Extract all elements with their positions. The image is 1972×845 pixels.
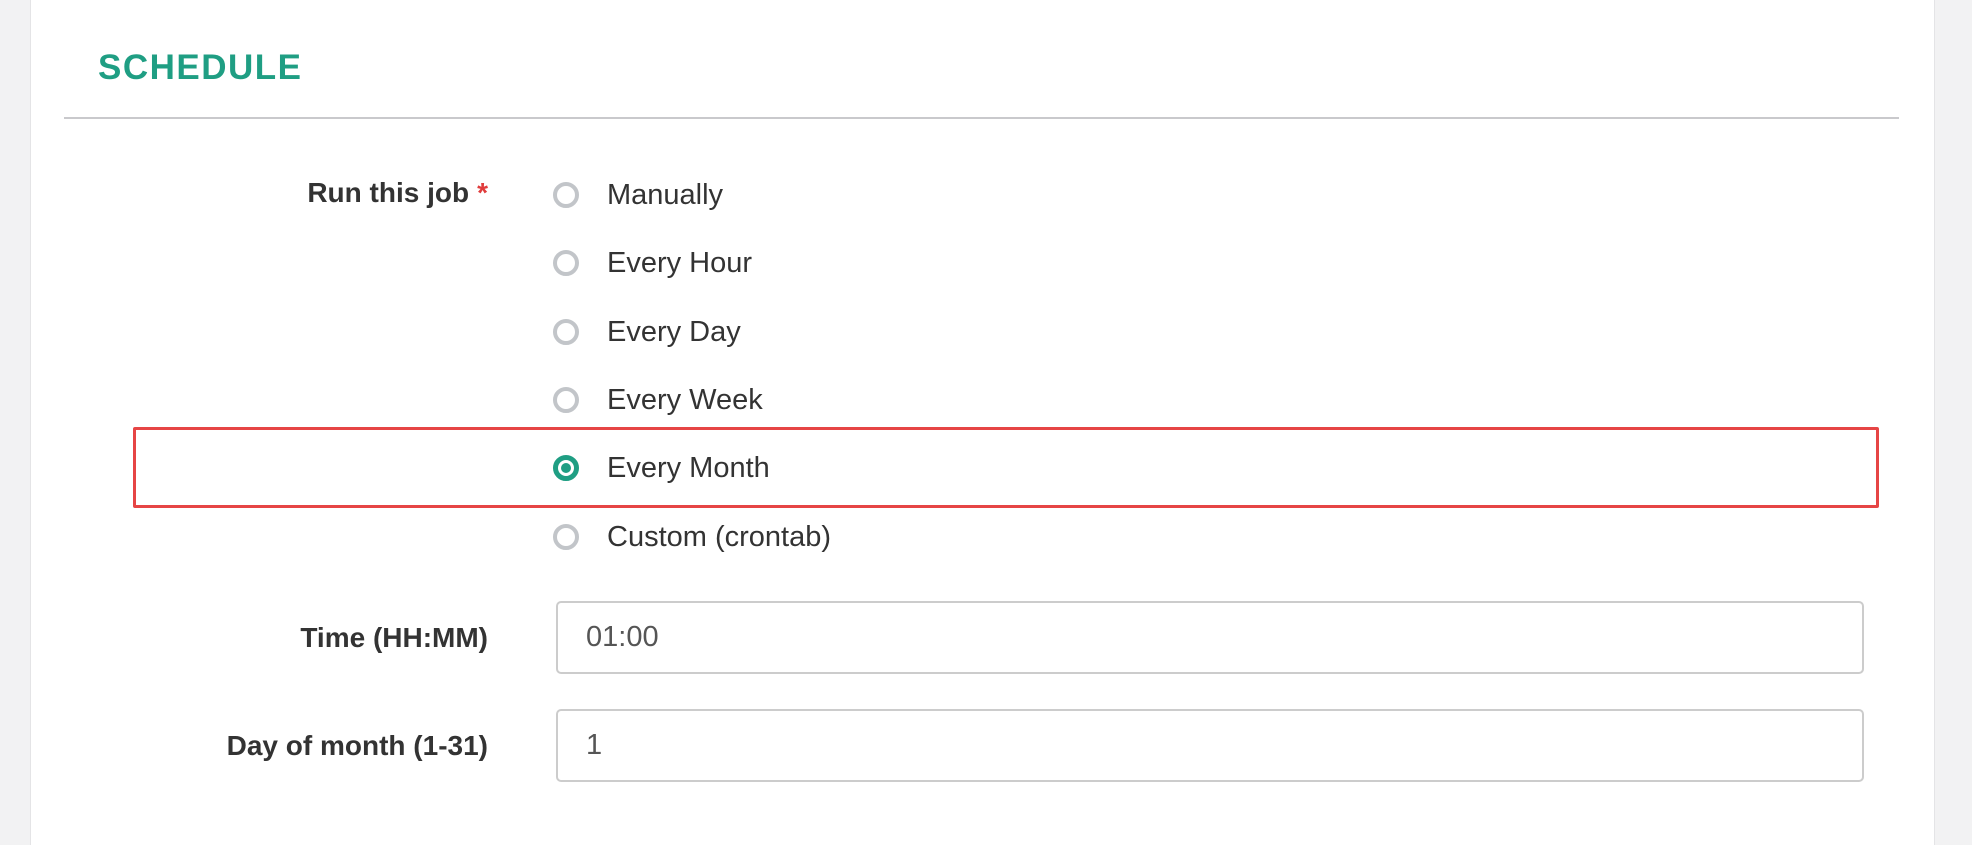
radio-option-every-month[interactable]: Every Month [553, 446, 770, 490]
run-job-label: Run this job * [307, 175, 488, 211]
radio-option-custom-crontab[interactable]: Custom (crontab) [553, 515, 831, 559]
day-of-month-label: Day of month (1-31) [226, 730, 488, 761]
radio-button-every-week[interactable] [553, 387, 579, 413]
section-title: SCHEDULE [98, 48, 303, 87]
day-of-month-input[interactable] [556, 709, 1864, 782]
radio-label-every-month: Every Month [607, 452, 770, 484]
radio-dot-icon [561, 463, 571, 473]
radio-button-manually[interactable] [553, 182, 579, 208]
radio-label-manually: Manually [607, 179, 724, 211]
time-field-label: Time (HH:MM) [300, 622, 488, 653]
radio-option-every-hour[interactable]: Every Hour [553, 241, 752, 285]
run-job-label-text: Run this job [307, 177, 470, 208]
time-input[interactable] [556, 601, 1864, 674]
radio-option-every-day[interactable]: Every Day [553, 310, 741, 354]
radio-option-manually[interactable]: Manually [553, 173, 723, 217]
radio-label-every-hour: Every Hour [607, 247, 753, 279]
radio-button-every-month[interactable] [553, 455, 579, 481]
section-divider [64, 117, 1899, 119]
radio-button-every-hour[interactable] [553, 250, 579, 276]
radio-option-every-week[interactable]: Every Week [553, 378, 763, 422]
radio-label-every-week: Every Week [607, 384, 763, 416]
radio-label-every-day: Every Day [607, 316, 741, 348]
required-marker: * [477, 177, 488, 208]
radio-label-custom-crontab: Custom (crontab) [607, 521, 832, 553]
radio-button-every-day[interactable] [553, 319, 579, 345]
radio-button-custom-crontab[interactable] [553, 524, 579, 550]
